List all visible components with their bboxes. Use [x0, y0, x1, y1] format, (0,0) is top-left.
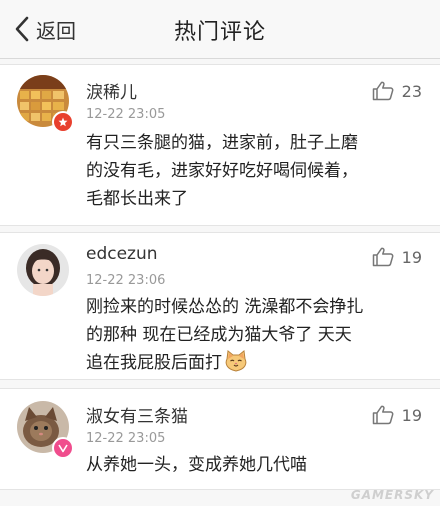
like-button[interactable]: 23 — [372, 81, 422, 101]
comment-content: 从养她一头，变成养她几代喵 — [86, 451, 424, 479]
comment-line: 的没有毛，进家好好吃好喝伺候着， — [86, 161, 358, 181]
like-button[interactable]: 19 — [372, 247, 422, 267]
comment-line: 追在我屁股后面打 — [86, 349, 424, 381]
comment-time: 12-22 23:06 — [86, 273, 166, 288]
like-count: 23 — [401, 81, 422, 101]
like-count: 19 — [401, 247, 422, 267]
comment-time: 12-22 23:05 — [86, 431, 166, 446]
vip-badge-icon — [52, 437, 74, 459]
cat-face-emoji — [224, 350, 248, 381]
comment-line: 有只三条腿的猫，进家前，肚子上磨 — [86, 133, 358, 153]
comment-item: edcezun 12-22 23:06 19 刚捡来的时候怂怂的 洗澡都不会挣扎… — [0, 232, 440, 380]
comment-content: 刚捡来的时候怂怂的 洗澡都不会挣扎 的那种 现在已经成为猫大爷了 天天 追在我屁… — [86, 293, 424, 381]
watermark-logo: GAMERSKY — [350, 488, 434, 502]
avatar[interactable] — [17, 244, 69, 296]
comment-line: 刚捡来的时候怂怂的 洗澡都不会挣扎 — [86, 297, 364, 317]
comment-item: 淚稀儿 12-22 23:05 23 有只三条腿的猫，进家前，肚子上磨 的没有毛… — [0, 64, 440, 226]
navigation-bar: 返回 热门评论 — [0, 0, 440, 59]
comment-line: 的那种 现在已经成为猫大爷了 天天 — [86, 325, 352, 345]
like-button[interactable]: 19 — [372, 405, 422, 425]
comment-line: 从养她一头，变成养她几代喵 — [86, 455, 307, 475]
comment-username[interactable]: edcezun — [86, 244, 158, 264]
comment-list: 淚稀儿 12-22 23:05 23 有只三条腿的猫，进家前，肚子上磨 的没有毛… — [0, 64, 440, 498]
comment-time: 12-22 23:05 — [86, 107, 166, 122]
comment-username[interactable]: 淚稀儿 — [86, 78, 137, 103]
comment-content: 有只三条腿的猫，进家前，肚子上磨 的没有毛，进家好好吃好喝伺候着， 毛都长出来了 — [86, 129, 424, 213]
verified-badge-icon — [52, 111, 74, 133]
like-count: 19 — [401, 405, 422, 425]
thumbs-up-icon — [372, 405, 394, 425]
comment-item: 淑女有三条猫 12-22 23:05 19 从养她一头，变成养她几代喵 — [0, 388, 440, 490]
comment-line-text: 追在我屁股后面打 — [86, 353, 222, 373]
comment-username[interactable]: 淑女有三条猫 — [86, 402, 188, 427]
page-title: 热门评论 — [173, 20, 266, 45]
thumbs-up-icon — [372, 247, 394, 267]
comment-line: 毛都长出来了 — [86, 189, 188, 209]
thumbs-up-icon — [372, 81, 394, 101]
